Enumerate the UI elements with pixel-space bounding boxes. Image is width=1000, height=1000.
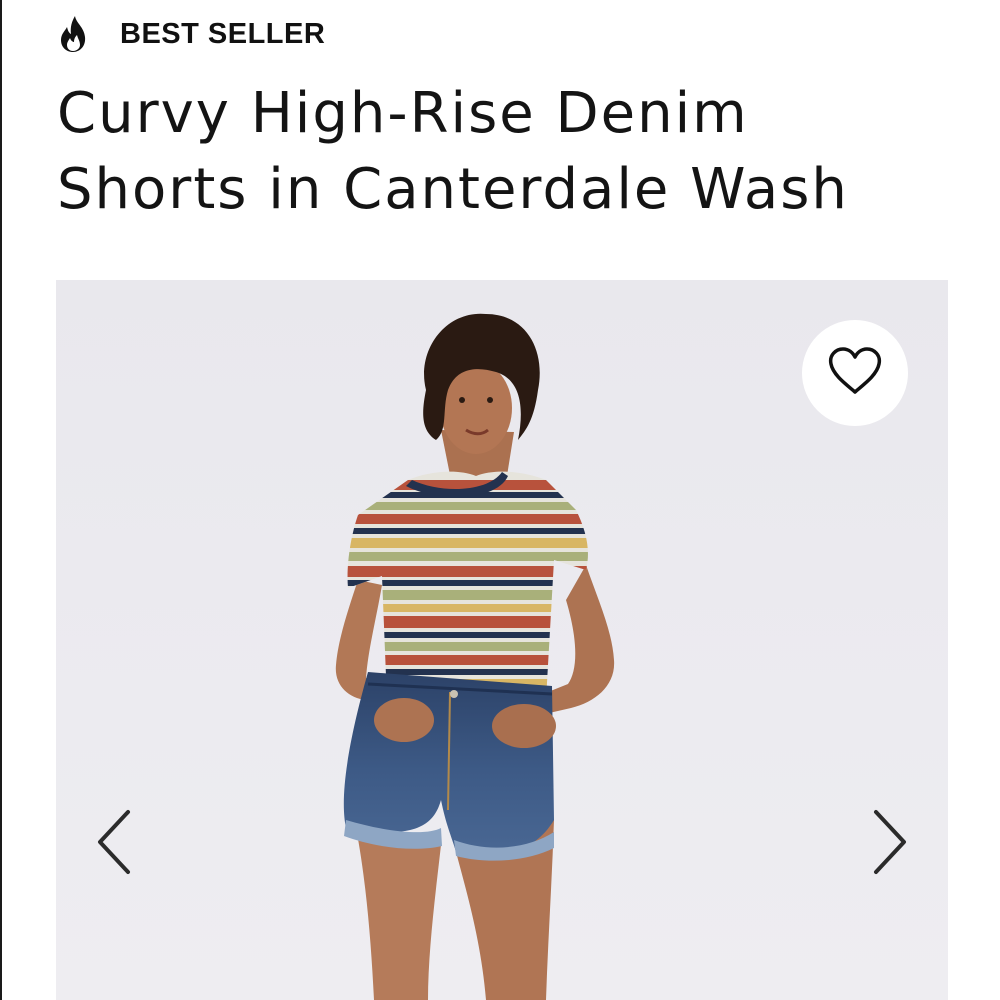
flame-icon <box>58 15 90 53</box>
product-image-gallery[interactable] <box>56 280 948 1000</box>
next-image-button[interactable] <box>866 808 914 880</box>
previous-image-button[interactable] <box>90 808 138 880</box>
chevron-right-icon <box>870 808 910 880</box>
wishlist-button[interactable] <box>802 320 908 426</box>
best-seller-badge: BEST SELLER <box>58 14 325 54</box>
heart-outline-icon <box>827 346 883 400</box>
product-title: Curvy High-Rise Denim Shorts in Canterda… <box>57 81 849 222</box>
best-seller-label: BEST SELLER <box>120 17 326 50</box>
chevron-left-icon <box>94 808 134 880</box>
